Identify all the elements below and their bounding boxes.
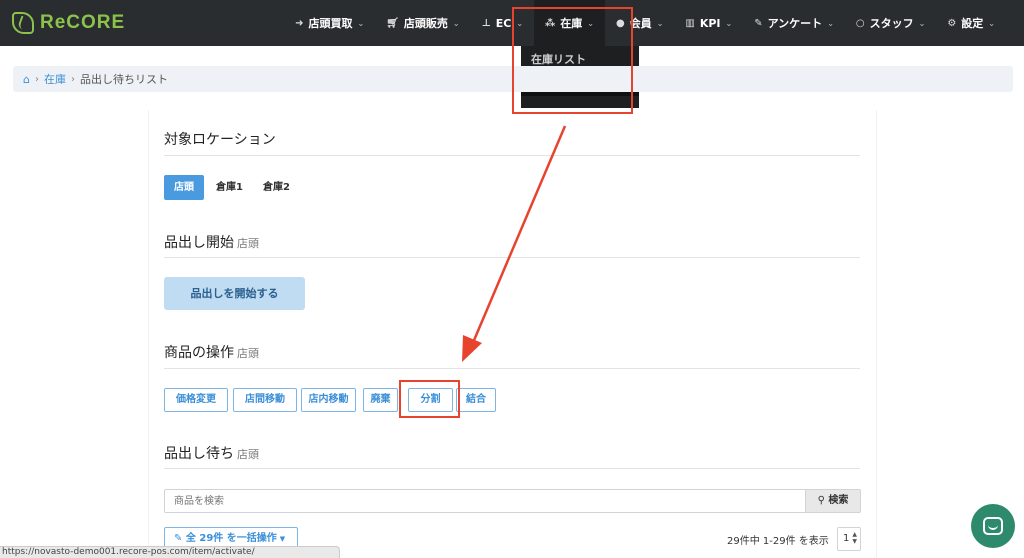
operations-title: 商品の操作 店頭 [164, 342, 259, 362]
annotation-highlight-split-button [399, 380, 460, 418]
locations-title-text: 対象ロケーション [164, 132, 276, 148]
price-change-button[interactable]: 価格変更 [164, 388, 228, 412]
start-location: 店頭 [237, 237, 259, 250]
nav-label: アンケート [767, 17, 823, 30]
search-button[interactable]: ⚲ 検索 [805, 489, 861, 513]
nav-label: KPI [699, 16, 721, 30]
start-title: 品出し開始 店頭 [164, 232, 259, 252]
caret-down-icon: ▼ [279, 535, 286, 543]
brand-name: ReCORE [40, 12, 126, 33]
annotation-highlight-inventory-menu [512, 7, 633, 114]
main-menu: ➜ 店頭買取 ⌄ 🛒︎ 店頭販売 ⌄ ⊥ EC ⌄ ⁂ 在庫 ⌄ ● 会員 ⌄ … [284, 0, 1006, 46]
start-title-text: 品出し開始 [164, 235, 234, 251]
breadcrumb-separator-icon: › [70, 73, 75, 85]
start-display-button[interactable]: 品出しを開始する [164, 277, 305, 310]
user-outline-icon: ○ [855, 17, 865, 29]
location-button-warehouse-2[interactable]: 倉庫2 [253, 175, 300, 200]
chevron-down-icon: ⌄ [357, 18, 365, 28]
browser-status-url: https://novasto-demo001.recore-pos.com/i… [0, 546, 340, 558]
result-count: 29件中 1-29件 を表示 [727, 536, 829, 547]
nav-item-store-buy[interactable]: ➜ 店頭買取 ⌄ [284, 0, 375, 46]
gear-icon: ⚙ [947, 17, 957, 29]
chat-icon [983, 517, 1003, 535]
breadcrumb-current: 品出し待ちリスト [79, 73, 168, 86]
chevron-down-icon: ⌄ [452, 18, 460, 28]
nav-item-kpi[interactable]: ▥ KPI ⌄ [674, 0, 743, 46]
nav-label: 店頭買取 [308, 17, 353, 30]
sign-in-icon: ➜ [295, 17, 304, 29]
bulk-operation-label: 全 29件 を一括操作 [185, 533, 277, 544]
cart-icon: 🛒︎ [386, 17, 399, 29]
operations-location: 店頭 [237, 347, 259, 360]
leaf-logo-icon [12, 12, 34, 34]
page-select-value: 1 [843, 533, 850, 544]
operations-title-text: 商品の操作 [164, 345, 234, 361]
sitemap-icon: ⊥ [481, 17, 491, 29]
location-button-store[interactable]: 店頭 [164, 175, 204, 200]
brand-logo[interactable]: ReCORE [12, 11, 125, 35]
nav-label: 設定 [961, 17, 984, 30]
sort-arrows-icon: ▲ ▼ [852, 531, 857, 545]
nav-label: EC [495, 16, 512, 30]
search-button-label: 検索 [828, 495, 849, 506]
divider [164, 468, 860, 469]
edit-icon: ✎ [174, 533, 183, 544]
nav-label: 店頭販売 [403, 17, 448, 30]
chevron-down-icon: ⌄ [988, 18, 995, 28]
merge-button[interactable]: 結合 [456, 388, 496, 412]
bar-chart-icon: ▥ [685, 17, 695, 29]
nav-item-staff[interactable]: ○ スタッフ ⌄ [845, 0, 936, 46]
nav-item-survey[interactable]: ✎ アンケート ⌄ [743, 0, 845, 46]
in-store-move-button[interactable]: 店内移動 [301, 388, 356, 412]
divider [164, 368, 860, 369]
location-button-warehouse-1[interactable]: 倉庫1 [206, 175, 253, 200]
chat-support-button[interactable] [971, 504, 1015, 548]
dispose-button[interactable]: 廃棄 [363, 388, 398, 412]
product-search-input[interactable] [164, 489, 805, 513]
edit-icon: ✎ [754, 17, 763, 29]
waiting-location: 店頭 [237, 448, 259, 461]
nav-item-settings[interactable]: ⚙ 設定 ⌄ [936, 0, 1006, 46]
divider [164, 155, 860, 156]
nav-label: スタッフ [869, 17, 914, 30]
chevron-down-icon: ⌄ [827, 18, 834, 28]
home-icon[interactable]: ⌂ [23, 73, 30, 86]
waiting-title-text: 品出し待ち [164, 446, 234, 462]
chevron-down-icon: ⌄ [656, 18, 664, 28]
chevron-down-icon: ⌄ [918, 18, 926, 28]
locations-title: 対象ロケーション [164, 129, 276, 149]
breadcrumb-separator-icon: › [34, 73, 39, 85]
waiting-title: 品出し待ち 店頭 [164, 443, 259, 463]
nav-item-store-sell[interactable]: 🛒︎ 店頭販売 ⌄ [375, 0, 470, 46]
breadcrumb-link-inventory[interactable]: 在庫 [44, 71, 66, 87]
store-transfer-button[interactable]: 店間移動 [233, 388, 297, 412]
divider [164, 257, 860, 258]
page-select[interactable]: 1 ▲ ▼ [837, 527, 861, 551]
search-icon: ⚲ [817, 495, 825, 506]
chevron-down-icon: ⌄ [725, 18, 733, 28]
